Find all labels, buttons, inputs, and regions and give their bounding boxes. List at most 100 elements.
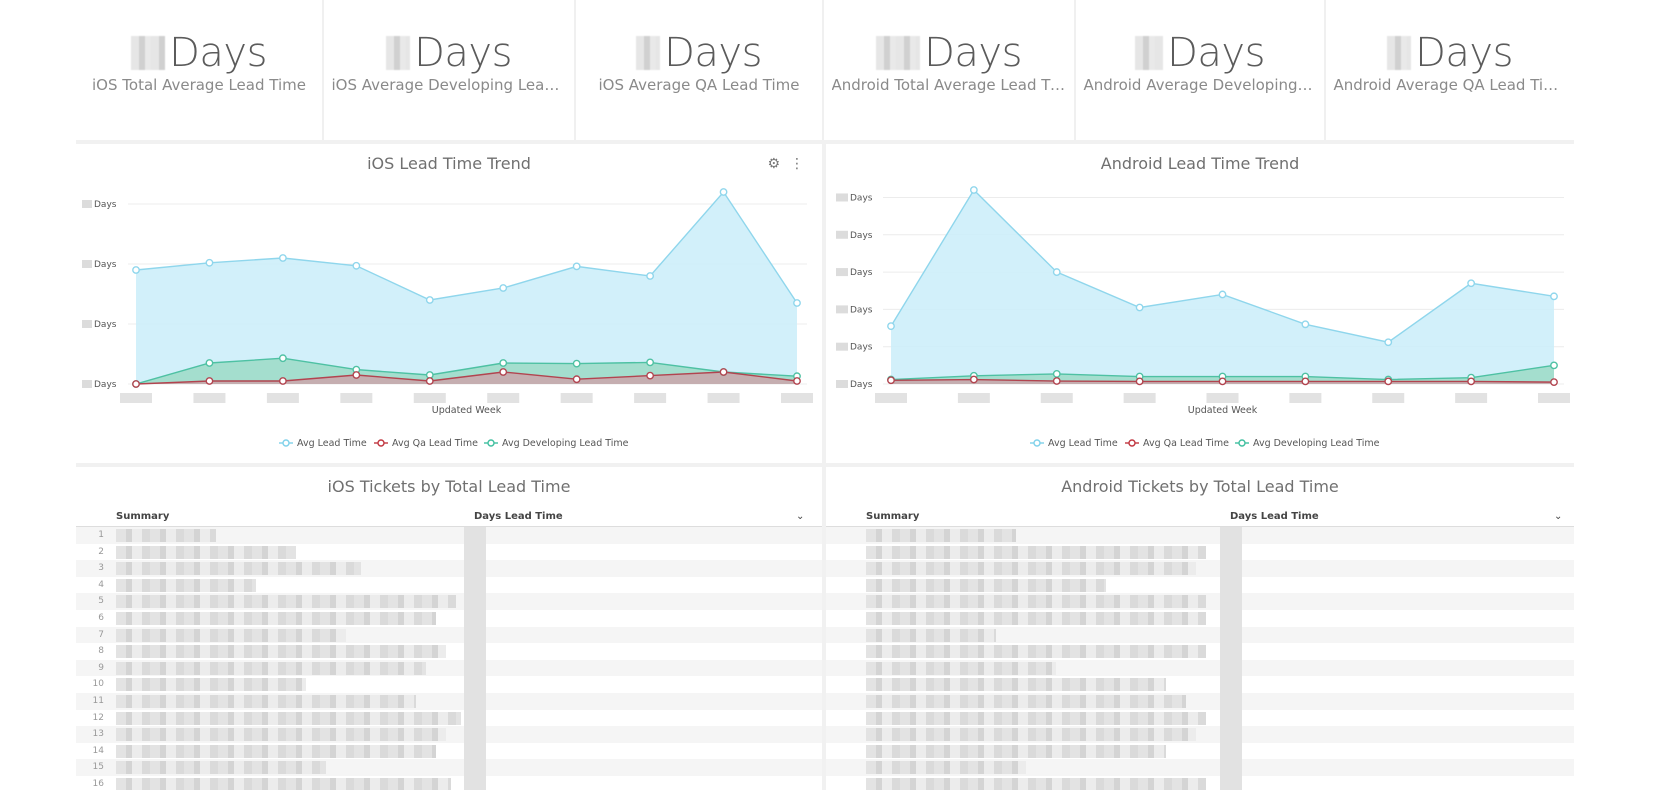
legend-label[interactable]: Avg Qa Lead Time (1143, 438, 1229, 449)
data-point[interactable] (793, 377, 801, 385)
data-point[interactable] (646, 358, 655, 367)
data-point[interactable] (887, 376, 895, 385)
table-row[interactable]: 15 (76, 759, 822, 776)
data-point[interactable] (1467, 279, 1476, 288)
table-row[interactable] (826, 759, 1574, 776)
data-point[interactable] (132, 266, 140, 274)
table-row[interactable] (826, 560, 1574, 577)
data-point[interactable] (719, 188, 728, 196)
data-point[interactable] (352, 261, 361, 270)
data-point[interactable] (646, 371, 655, 380)
kpi-ios-developing[interactable]: Days iOS Average Developing Lead Ti... (324, 0, 576, 140)
table-row[interactable]: 1 (76, 527, 822, 544)
chevron-down-icon[interactable]: ⌄ (796, 511, 804, 522)
kpi-label: iOS Average QA Lead Time (598, 76, 800, 94)
data-point[interactable] (572, 359, 581, 368)
data-point[interactable] (205, 258, 214, 267)
data-point[interactable] (278, 354, 287, 363)
table-row[interactable] (826, 543, 1574, 561)
column-header-summary[interactable]: Summary (116, 511, 169, 522)
table-row[interactable]: 2 (76, 543, 822, 561)
kpi-android-qa[interactable]: Days Android Average QA Lead Time (1326, 0, 1574, 140)
table-row[interactable]: 9 (76, 659, 822, 677)
table-row[interactable] (826, 643, 1574, 660)
table-row[interactable]: 16 (76, 775, 822, 790)
data-point[interactable] (425, 296, 434, 304)
data-point[interactable] (1384, 377, 1393, 386)
data-point[interactable] (205, 377, 214, 385)
table-row[interactable]: 11 (76, 692, 822, 710)
data-point[interactable] (1218, 377, 1227, 386)
row-number: 3 (98, 563, 104, 574)
legend-label[interactable]: Avg Developing Lead Time (1253, 438, 1380, 449)
kpi-android-total[interactable]: Days Android Total Average Lead Time (824, 0, 1076, 140)
data-point[interactable] (646, 272, 655, 280)
data-point[interactable] (1550, 361, 1558, 370)
legend-label[interactable]: Avg Developing Lead Time (502, 438, 629, 449)
data-point[interactable] (278, 254, 287, 262)
data-point[interactable] (1052, 370, 1061, 378)
kpi-ios-total[interactable]: Days iOS Total Average Lead Time (76, 0, 324, 140)
table-row[interactable] (826, 609, 1574, 627)
kpi-ios-qa[interactable]: Days iOS Average QA Lead Time (576, 0, 824, 140)
table-row[interactable] (826, 659, 1574, 677)
table-row[interactable] (826, 576, 1574, 594)
more-vertical-icon[interactable]: ⋮ (790, 156, 804, 172)
data-point[interactable] (1301, 377, 1310, 386)
data-point[interactable] (1550, 378, 1558, 387)
data-point[interactable] (1384, 338, 1393, 347)
data-point[interactable] (1135, 303, 1144, 312)
table-row[interactable]: 7 (76, 626, 822, 644)
data-point[interactable] (1550, 292, 1558, 301)
table-row[interactable]: 13 (76, 726, 822, 743)
table-row[interactable] (826, 593, 1574, 610)
table-row[interactable] (826, 527, 1574, 544)
table-row[interactable]: 3 (76, 560, 822, 577)
table-row[interactable] (826, 726, 1574, 743)
table-row[interactable]: 8 (76, 643, 822, 660)
column-header-summary[interactable]: Summary (866, 511, 919, 522)
data-point[interactable] (352, 371, 361, 379)
table-row[interactable] (826, 692, 1574, 710)
legend-label[interactable]: Avg Lead Time (297, 438, 367, 449)
table-row[interactable]: 4 (76, 576, 822, 594)
data-point[interactable] (1052, 377, 1061, 385)
data-point[interactable] (1218, 290, 1227, 299)
data-point[interactable] (499, 359, 508, 367)
column-header-days[interactable]: Days Lead Time (1230, 511, 1319, 522)
column-header-days[interactable]: Days Lead Time (474, 511, 563, 522)
table-row[interactable]: 10 (76, 676, 822, 693)
bell-icon[interactable]: ⚙ (767, 156, 780, 172)
data-point[interactable] (719, 368, 728, 376)
data-point[interactable] (278, 377, 287, 385)
table-row[interactable]: 6 (76, 609, 822, 627)
data-point[interactable] (572, 262, 581, 271)
data-point[interactable] (1135, 377, 1144, 386)
data-point[interactable] (969, 186, 978, 194)
table-row[interactable]: 14 (76, 742, 822, 760)
legend-label[interactable]: Avg Qa Lead Time (392, 438, 478, 449)
data-point[interactable] (132, 380, 140, 388)
table-row[interactable] (826, 775, 1574, 790)
table-row[interactable] (826, 709, 1574, 727)
table-row[interactable] (826, 676, 1574, 693)
data-point[interactable] (572, 375, 581, 384)
data-point[interactable] (969, 375, 978, 384)
data-point[interactable] (1052, 268, 1061, 276)
data-point[interactable] (499, 368, 508, 376)
chevron-down-icon[interactable]: ⌄ (1554, 511, 1562, 522)
data-point[interactable] (1301, 320, 1310, 329)
table-row[interactable]: 12 (76, 709, 822, 727)
data-point[interactable] (499, 284, 508, 292)
kpi-android-developing[interactable]: Days Android Average Developing Le... (1076, 0, 1326, 140)
table-row[interactable] (826, 742, 1574, 760)
table-row[interactable] (826, 626, 1574, 644)
data-point[interactable] (425, 377, 434, 385)
data-point[interactable] (1467, 377, 1476, 386)
data-point[interactable] (205, 359, 214, 367)
legend-label[interactable]: Avg Lead Time (1048, 438, 1118, 449)
data-point[interactable] (793, 299, 801, 307)
data-point[interactable] (887, 322, 895, 331)
table-row[interactable]: 5 (76, 593, 822, 610)
kpi-unit: Days (664, 30, 762, 76)
